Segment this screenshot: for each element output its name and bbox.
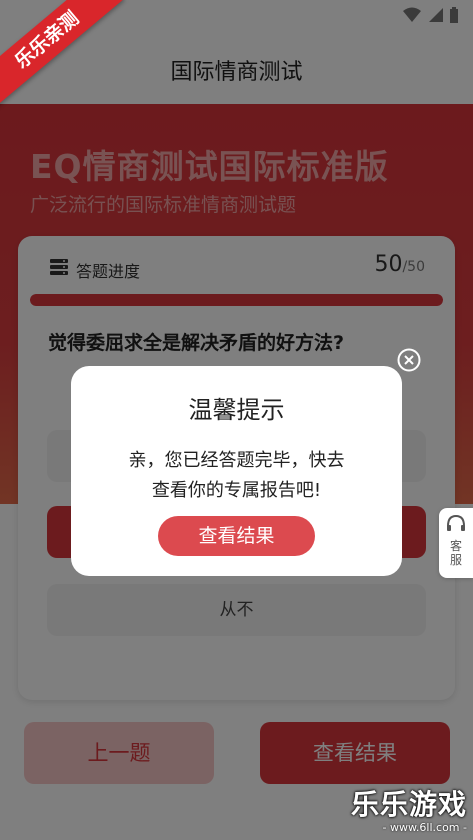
headset-icon [447,514,465,531]
customer-service-tab[interactable]: 客 服 [439,508,473,578]
customer-service-label-1: 客 [449,539,462,553]
dialog-title: 温馨提示 [188,396,285,424]
tip-dialog: 温馨提示 亲，您已经答题完毕，快去 查看你的专属报告吧! 查看结果 [71,366,402,576]
dialog-message: 亲，您已经答题完毕，快去 查看你的专属报告吧! [91,446,382,506]
watermark-logo: 乐乐游戏 [350,788,467,821]
watermark: 乐乐游戏 - www.6ll.com - [351,783,467,834]
dialog-message-line-2: 查看你的专属报告吧! [151,480,322,501]
customer-service-label-2: 服 [449,553,462,567]
close-icon[interactable] [397,348,421,372]
dialog-message-line-1: 亲，您已经答题完毕，快去 [128,450,345,471]
dialog-view-result-button[interactable]: 查看结果 [158,516,315,556]
